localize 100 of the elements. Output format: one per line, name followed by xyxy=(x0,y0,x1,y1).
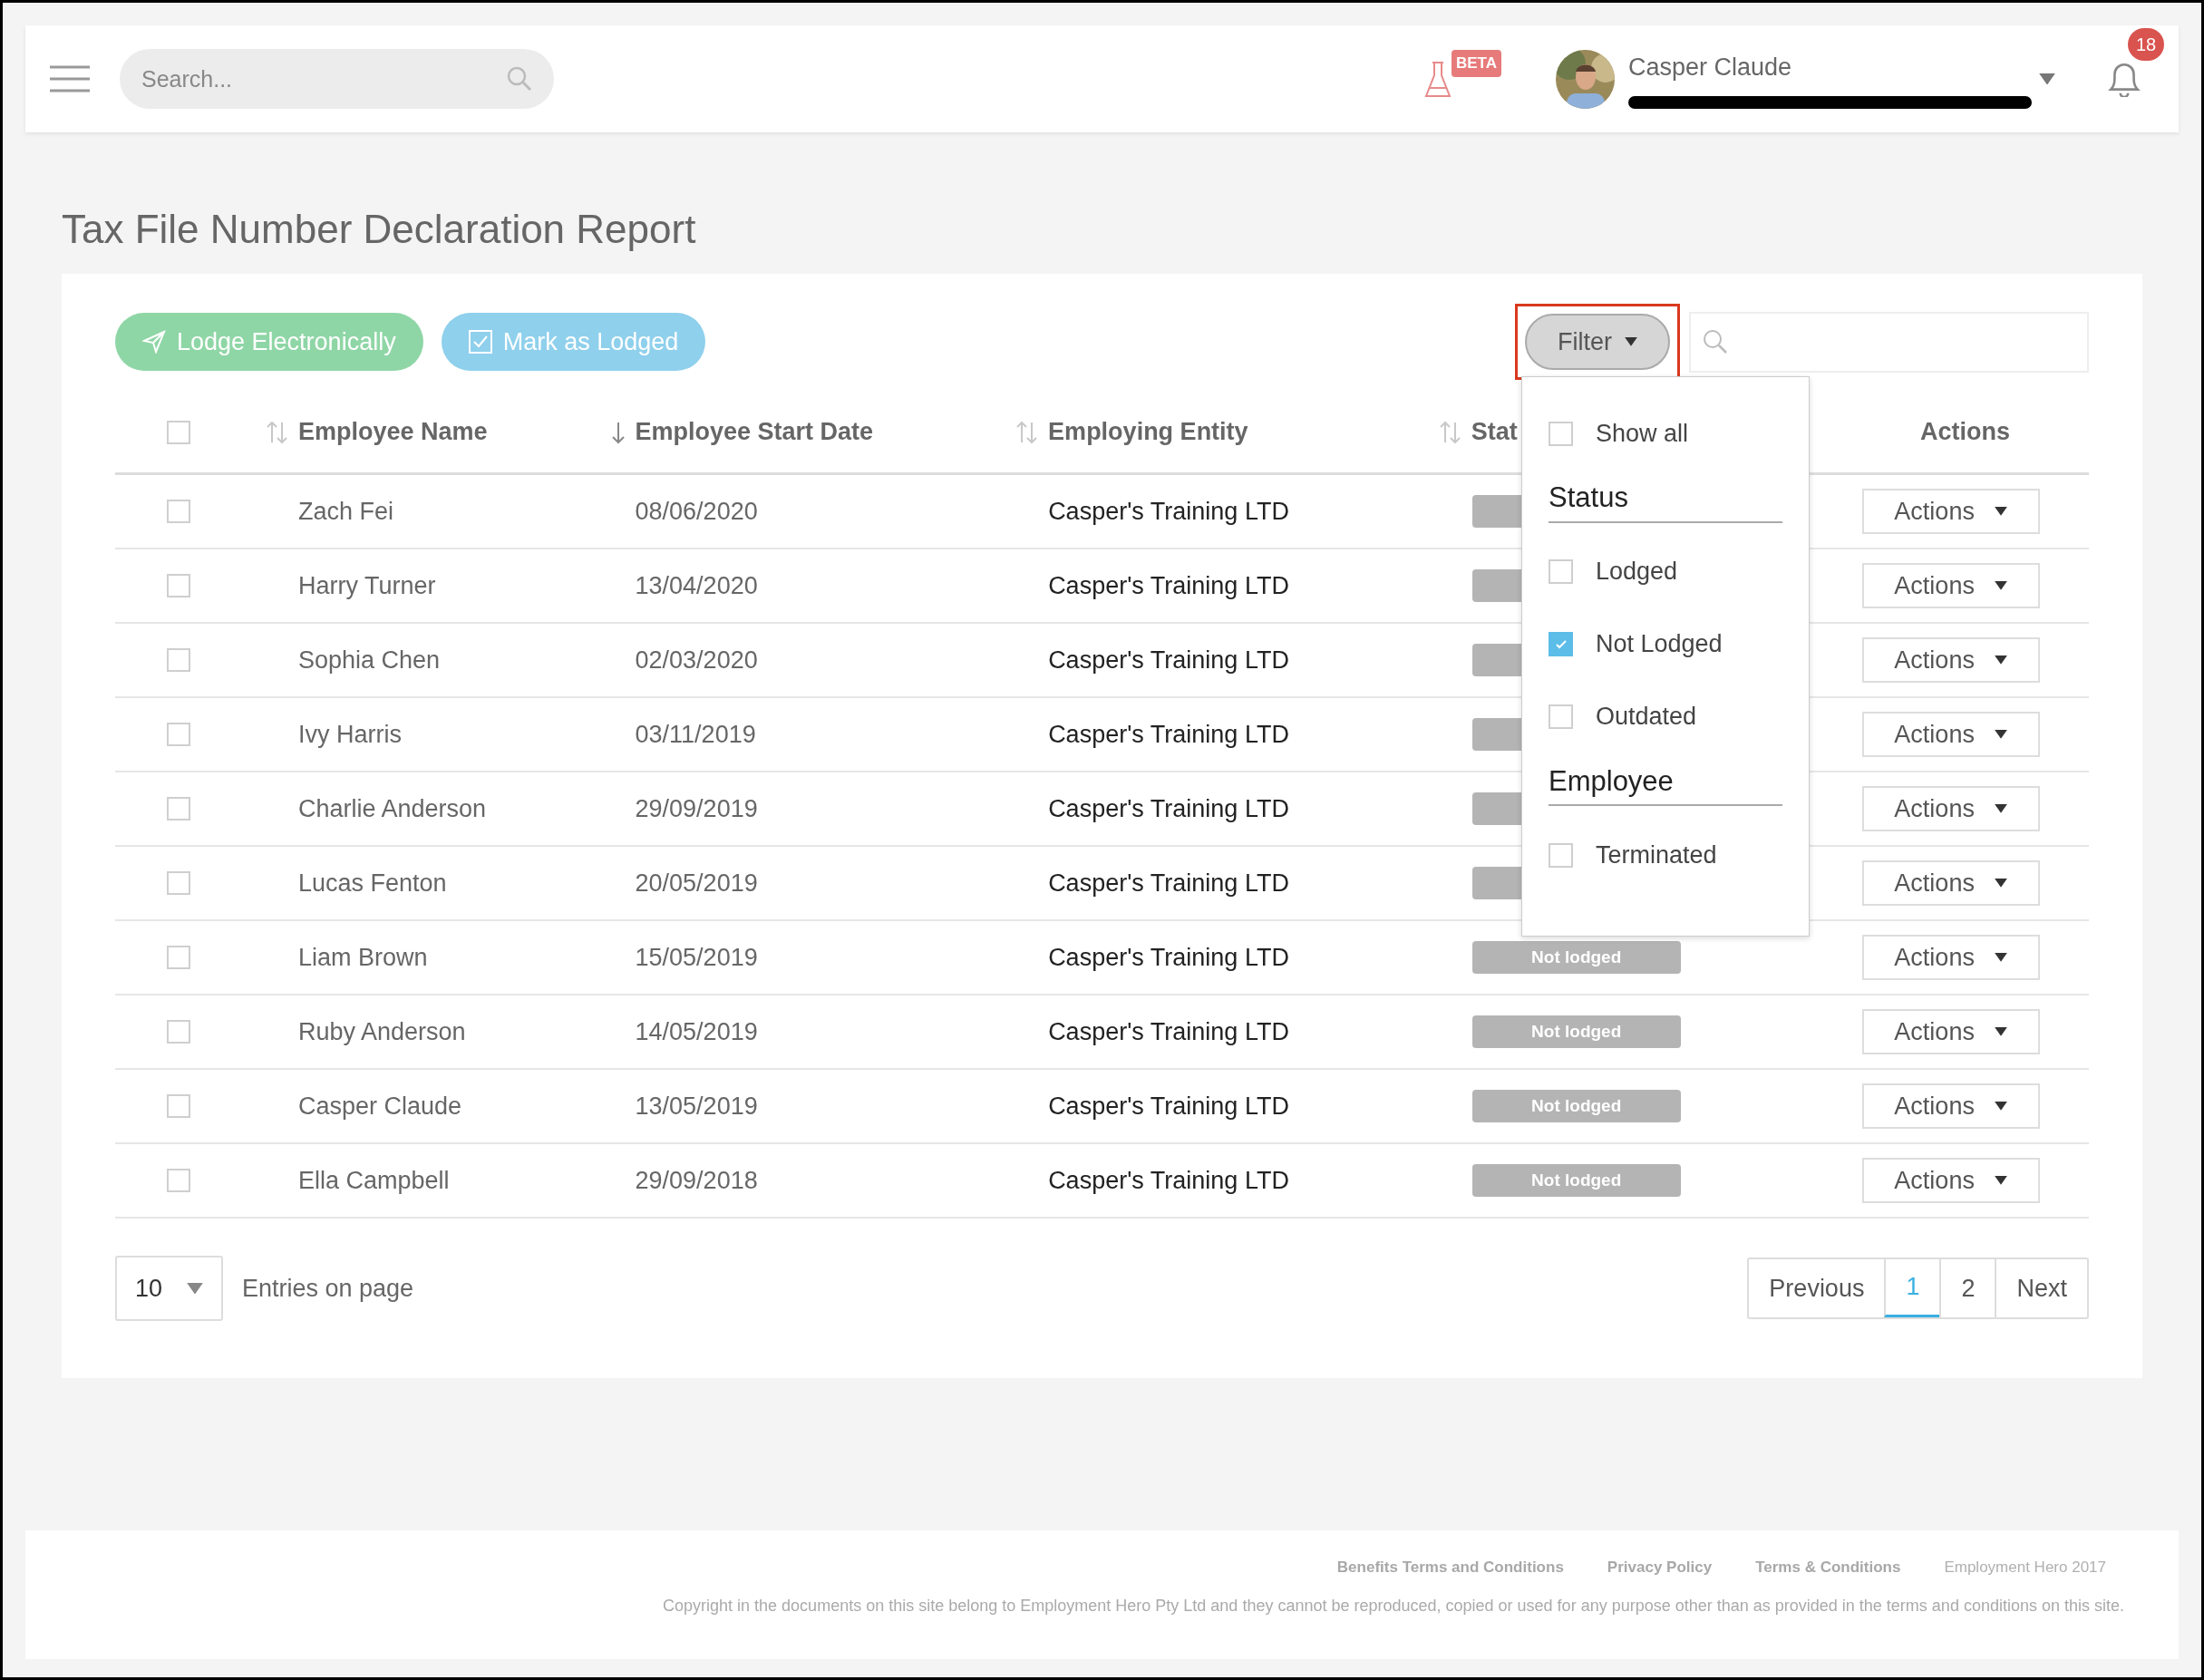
actions-button[interactable]: Actions xyxy=(1861,1009,2040,1054)
table-cell: 13/05/2019 xyxy=(635,1092,758,1120)
table-cell: Casper Claude xyxy=(297,1092,461,1120)
checkbox-icon xyxy=(468,330,492,354)
table-cell: Casper's Training LTD xyxy=(1048,720,1289,748)
page-size-label: Entries on page xyxy=(242,1273,414,1304)
table-cell: Harry Turner xyxy=(297,571,436,599)
column-header[interactable]: Employee Start Date xyxy=(635,413,874,451)
checkbox[interactable] xyxy=(1549,842,1573,868)
table-cell: Casper's Training LTD xyxy=(1048,1166,1289,1194)
column-header[interactable]: Employing Entity xyxy=(1048,413,1248,451)
search-field[interactable]: Search... xyxy=(120,49,554,109)
checkbox[interactable] xyxy=(167,500,190,523)
caret-icon xyxy=(1994,879,2007,888)
actions-button[interactable]: Actions xyxy=(1861,935,2040,980)
table-cell: 29/09/2019 xyxy=(635,794,758,822)
table-search-field[interactable] xyxy=(1689,311,2089,373)
actions-button[interactable]: Actions xyxy=(1861,786,2040,831)
user-name[interactable]: Casper Claude xyxy=(1628,48,2036,86)
table-cell: Lucas Fenton xyxy=(297,869,447,897)
checkbox[interactable] xyxy=(167,420,190,444)
page-size-select[interactable]: 10 xyxy=(115,1256,223,1321)
table-cell: Casper's Training LTD xyxy=(1048,1017,1289,1045)
filter-option[interactable]: Outdated xyxy=(1549,680,1782,753)
checkbox[interactable] xyxy=(1549,632,1573,656)
actions-button[interactable]: Actions xyxy=(1861,563,2040,608)
filter-option[interactable]: Terminated xyxy=(1549,819,1782,891)
actions-button[interactable]: Actions xyxy=(1861,637,2040,683)
checkbox[interactable] xyxy=(167,871,190,895)
table-cell: Ivy Harris xyxy=(297,720,402,748)
table-cell: Zach Fei xyxy=(297,497,393,525)
sort-icon[interactable] xyxy=(1015,419,1040,445)
table-cell: Ella Campbell xyxy=(297,1166,450,1194)
table-cell: Liam Brown xyxy=(297,943,428,971)
table-cell: Casper's Training LTD xyxy=(1048,943,1289,971)
caret-icon xyxy=(187,1282,203,1295)
filter-heading: Employee xyxy=(1549,760,1782,806)
checkbox[interactable] xyxy=(167,1169,190,1192)
checkbox[interactable] xyxy=(167,797,190,821)
filter-option[interactable]: Not Lodged xyxy=(1549,607,1782,681)
status-badge: Not lodged xyxy=(1471,1015,1681,1048)
table-cell: 15/05/2019 xyxy=(635,943,758,971)
column-header[interactable]: Actions xyxy=(1920,413,2011,451)
page-title: Tax File Number Declaration Report xyxy=(62,209,697,249)
filter-button[interactable]: Filter xyxy=(1525,314,1670,370)
column-header[interactable]: Employee Name xyxy=(297,413,488,451)
actions-button[interactable]: Actions xyxy=(1861,712,2040,757)
table-cell: Charlie Anderson xyxy=(297,794,487,822)
filter-option[interactable]: Lodged xyxy=(1549,535,1782,608)
status-badge: Not lodged xyxy=(1471,941,1681,974)
page-button[interactable]: 2 xyxy=(1939,1259,1995,1317)
caret-icon xyxy=(2039,73,2055,85)
column-header[interactable]: Stat xyxy=(1471,413,1518,451)
page-button[interactable]: Next xyxy=(1995,1259,2087,1317)
caret-icon xyxy=(1994,655,2007,665)
checkbox[interactable] xyxy=(1549,559,1573,584)
caret-icon xyxy=(1625,337,1637,346)
checkbox[interactable] xyxy=(167,648,190,672)
table-cell: Casper's Training LTD xyxy=(1048,869,1289,897)
checkbox[interactable] xyxy=(167,574,190,597)
bell-icon[interactable] xyxy=(2106,61,2142,97)
checkbox[interactable] xyxy=(1549,421,1573,446)
flask-icon[interactable] xyxy=(1424,61,1452,99)
checkbox[interactable] xyxy=(1549,704,1573,729)
table-cell: Casper's Training LTD xyxy=(1048,1092,1289,1120)
beta-badge: BETA xyxy=(1452,50,1501,77)
table-cell: 02/03/2020 xyxy=(635,646,758,674)
table-cell: Sophia Chen xyxy=(297,646,440,674)
actions-button[interactable]: Actions xyxy=(1861,1083,2040,1129)
actions-button[interactable]: Actions xyxy=(1861,860,2040,906)
checkbox[interactable] xyxy=(167,1020,190,1044)
search-icon[interactable] xyxy=(507,66,532,92)
sort-icon[interactable] xyxy=(1438,419,1462,445)
filter-option[interactable]: Show all xyxy=(1549,397,1782,470)
actions-button[interactable]: Actions xyxy=(1861,489,2040,534)
table-cell: Ruby Anderson xyxy=(297,1017,466,1045)
table-cell: Casper's Training LTD xyxy=(1048,571,1289,599)
table-cell: 14/05/2019 xyxy=(635,1017,758,1045)
page-button[interactable]: Previous xyxy=(1749,1259,1885,1317)
checkbox[interactable] xyxy=(167,1094,190,1118)
caret-icon xyxy=(1994,1027,2007,1036)
caret-icon xyxy=(1994,1176,2007,1185)
sort-icon[interactable] xyxy=(265,419,289,445)
table-cell: 03/11/2019 xyxy=(635,720,756,748)
notification-badge: 18 xyxy=(2128,28,2164,61)
table-cell: 29/09/2018 xyxy=(635,1166,758,1194)
table-cell: Casper's Training LTD xyxy=(1048,794,1289,822)
caret-icon xyxy=(1994,953,2007,962)
table-cell: Casper's Training LTD xyxy=(1048,497,1289,525)
table-cell: 13/04/2020 xyxy=(635,571,758,599)
status-badge: Not lodged xyxy=(1471,1164,1681,1197)
copyright-text: Copyright in the documents on this site belong to Employment Hero Pty Ltd and they cannot be reproduced, copied or used for any purpose other than as provided in the terms and conditions on this site. xyxy=(663,1595,2124,1617)
checkbox[interactable] xyxy=(167,946,190,969)
search-icon xyxy=(1702,327,1729,355)
checkbox[interactable] xyxy=(167,723,190,746)
table-cell: Casper's Training LTD xyxy=(1048,646,1289,674)
menu-icon[interactable] xyxy=(50,65,90,92)
caret-icon xyxy=(1994,1102,2007,1111)
filter-heading: Status xyxy=(1549,477,1782,523)
actions-button[interactable]: Actions xyxy=(1861,1158,2040,1203)
